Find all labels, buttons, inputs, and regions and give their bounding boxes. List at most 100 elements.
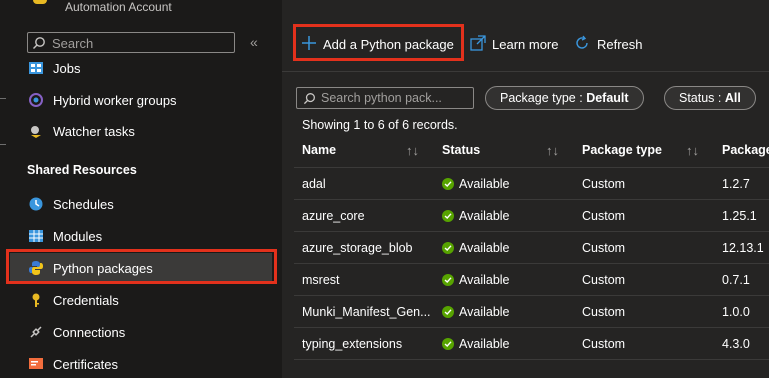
column-header-package-version[interactable]: Package: [722, 143, 769, 157]
sort-package-type-icon[interactable]: ↑↓: [686, 143, 699, 158]
rail-marker: [0, 98, 6, 99]
sidebar-item-modules[interactable]: Modules: [27, 222, 102, 250]
column-header-status[interactable]: Status: [442, 143, 480, 157]
resource-subtitle: Automation Account: [65, 0, 172, 14]
status-text: Available: [459, 209, 510, 223]
key-icon: [27, 291, 45, 309]
status-text: Available: [459, 241, 510, 255]
status-cell: Available: [442, 177, 510, 191]
package-name-cell: msrest: [302, 273, 340, 287]
package-version-cell: 4.3.0: [722, 337, 750, 351]
status-text: Available: [459, 305, 510, 319]
search-icon: [32, 36, 46, 53]
highlight-box-python-packages: [6, 249, 277, 284]
rail-marker: [0, 144, 6, 145]
package-search-input[interactable]: Search python pack...: [296, 87, 474, 109]
package-type-filter-value: Default: [586, 91, 629, 105]
package-version-cell: 1.0.0: [722, 305, 750, 319]
learn-more-label: Learn more: [492, 36, 559, 52]
package-version-cell: 0.7.1: [722, 273, 750, 287]
sidebar-item-label: Connections: [53, 324, 126, 340]
refresh-button[interactable]: Refresh: [574, 33, 643, 55]
package-version-cell: 1.25.1: [722, 209, 757, 223]
jobs-icon: [27, 59, 45, 77]
check-circle-icon: [442, 338, 454, 350]
highlight-box-add-package: [293, 24, 464, 61]
package-name-cell: adal: [302, 177, 326, 191]
sidebar-item-certificates[interactable]: Certificates: [27, 350, 118, 378]
status-filter-label: Status :: [679, 91, 722, 105]
package-type-cell: Custom: [582, 337, 626, 351]
table-row[interactable]: typing_extensions Available Custom 4.3.0: [294, 328, 769, 360]
refresh-label: Refresh: [597, 36, 643, 52]
sidebar-item-credentials[interactable]: Credentials: [27, 286, 119, 314]
check-circle-icon: [442, 178, 454, 190]
sort-name-icon[interactable]: ↑↓: [406, 143, 419, 158]
sidebar-item-label: Schedules: [53, 196, 114, 212]
table-row[interactable]: msrest Available Custom 0.7.1: [294, 264, 769, 296]
package-name-cell: Munki_Manifest_Gen...: [302, 305, 431, 319]
toolbar-divider: [282, 71, 769, 72]
status-text: Available: [459, 177, 510, 191]
status-text: Available: [459, 337, 510, 351]
check-circle-icon: [442, 306, 454, 318]
sidebar-item-label: Hybrid worker groups: [53, 92, 177, 108]
sidebar-item-label: Certificates: [53, 356, 119, 372]
section-title-shared-resources: Shared Resources: [27, 163, 137, 177]
package-version-cell: 12.13.1: [722, 241, 764, 255]
status-cell: Available: [442, 241, 510, 255]
plug-icon: [27, 323, 45, 341]
status-cell: Available: [442, 337, 510, 351]
sidebar-item-label: Modules: [53, 228, 103, 244]
sidebar-search-input[interactable]: Search: [27, 32, 235, 53]
check-circle-icon: [442, 210, 454, 222]
records-count: Showing 1 to 6 of 6 records.: [302, 118, 458, 132]
sidebar-item-label: Watcher tasks: [53, 123, 135, 139]
package-type-cell: Custom: [582, 273, 626, 287]
status-cell: Available: [442, 209, 510, 223]
hybrid-worker-icon: [27, 91, 45, 109]
sidebar-item-label: Credentials: [53, 292, 119, 308]
clock-icon: [27, 195, 45, 213]
sidebar-item-connections[interactable]: Connections: [27, 318, 125, 346]
check-circle-icon: [442, 274, 454, 286]
package-type-cell: Custom: [582, 209, 626, 223]
status-text: Available: [459, 273, 510, 287]
collapse-sidebar-icon[interactable]: «: [250, 34, 258, 50]
watcher-icon: [27, 122, 45, 140]
package-name-cell: typing_extensions: [302, 337, 403, 351]
certificate-icon: [27, 355, 45, 373]
row-divider: [294, 359, 769, 360]
modules-icon: [27, 227, 45, 245]
left-rail: [0, 0, 6, 378]
status-cell: Available: [442, 305, 510, 319]
column-header-package-type[interactable]: Package type: [582, 143, 662, 157]
sidebar-search-placeholder: Search: [52, 36, 94, 51]
table-row[interactable]: azure_core Available Custom 1.25.1: [294, 200, 769, 232]
column-header-name[interactable]: Name: [302, 143, 336, 157]
table-row[interactable]: azure_storage_blob Available Custom 12.13.1: [294, 232, 769, 264]
package-type-cell: Custom: [582, 177, 626, 191]
status-filter[interactable]: Status : All: [664, 86, 756, 110]
automation-logo-icon: [33, 0, 47, 4]
package-name-cell: azure_storage_blob: [302, 241, 413, 255]
sidebar-item-jobs[interactable]: Jobs: [27, 54, 80, 82]
search-icon: [303, 92, 316, 108]
learn-more-link[interactable]: Learn more: [470, 33, 558, 55]
package-name-cell: azure_core: [302, 209, 365, 223]
table-row[interactable]: Munki_Manifest_Gen... Available Custom 1.0.…: [294, 296, 769, 328]
package-type-cell: Custom: [582, 241, 626, 255]
check-circle-icon: [442, 242, 454, 254]
external-link-icon: [470, 34, 486, 54]
package-type-cell: Custom: [582, 305, 626, 319]
sort-status-icon[interactable]: ↑↓: [546, 143, 559, 158]
sidebar-item-watcher-tasks[interactable]: Watcher tasks: [27, 117, 135, 145]
status-cell: Available: [442, 273, 510, 287]
sidebar-item-hybrid-worker-groups[interactable]: Hybrid worker groups: [27, 86, 177, 114]
package-type-filter[interactable]: Package type : Default: [485, 86, 644, 110]
sidebar-item-label: Jobs: [53, 60, 81, 76]
sidebar-item-schedules[interactable]: Schedules: [27, 190, 114, 218]
status-filter-value: All: [724, 91, 741, 105]
table-row[interactable]: adal Available Custom 1.2.7: [294, 168, 769, 200]
refresh-icon: [574, 35, 590, 54]
